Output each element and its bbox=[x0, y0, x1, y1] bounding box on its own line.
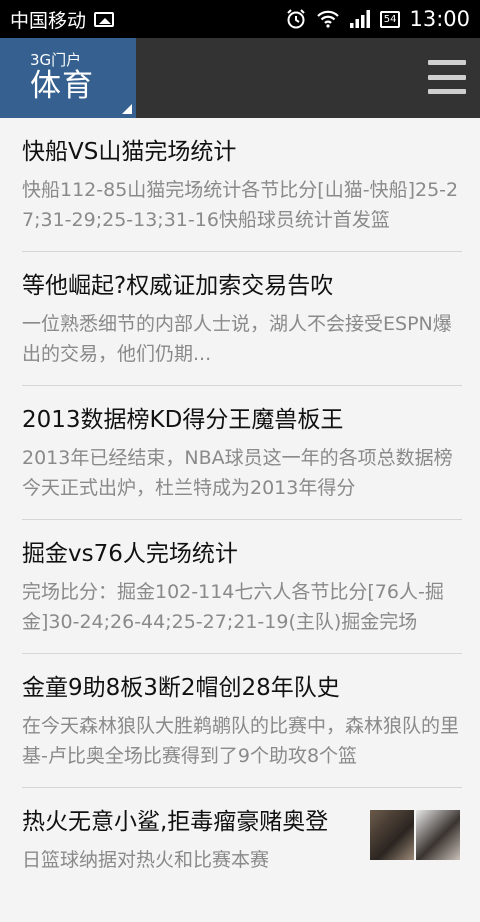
wifi-icon bbox=[316, 10, 339, 28]
news-summary: 一位熟悉细节的内部人士说，湖人不会接受ESPN爆出的交易，他们仍期... bbox=[22, 313, 452, 365]
news-title: 掘金vs76人完场统计 bbox=[22, 541, 238, 567]
status-indicators: 54 13:00 bbox=[285, 7, 470, 31]
news-title: 金童9助8板3断2帽创28年队史 bbox=[22, 675, 340, 701]
news-item[interactable]: 金童9助8板3断2帽创28年队史 在今天森林狼队大胜鹈鹕队的比赛中，森林狼队的里… bbox=[22, 654, 462, 788]
news-item[interactable]: 热火无意小鲨,拒毒瘤豪赌奥登 日篮球纳据对热火和比赛本赛 bbox=[22, 788, 462, 922]
news-title: 2013数据榜KD得分王魔兽板王 bbox=[22, 407, 344, 433]
battery-icon: 54 bbox=[379, 10, 401, 28]
news-item[interactable]: 2013数据榜KD得分王魔兽板王 2013年已经结束，NBA球员这一年的各项总数… bbox=[22, 386, 462, 520]
app-header: 3G门户 体育 bbox=[0, 38, 480, 118]
signal-icon bbox=[349, 10, 370, 28]
alarm-icon bbox=[287, 9, 305, 29]
clock: 13:00 bbox=[409, 7, 470, 31]
carrier-name: 中国移动 bbox=[10, 9, 87, 32]
portal-name: 3G门户 bbox=[30, 51, 82, 69]
news-summary: 快船112-85山猫完场统计各节比分[山猫-快船]25-27;31-29;25-… bbox=[22, 179, 459, 231]
news-list: 快船VS山猫完场统计 快船112-85山猫完场统计各节比分[山猫-快船]25-2… bbox=[0, 118, 480, 922]
news-thumbnail bbox=[370, 810, 460, 860]
news-summary: 在今天森林狼队大胜鹈鹕队的比赛中，森林狼队的里基-卢比奥全场比赛得到了9个助攻8… bbox=[22, 715, 460, 767]
news-summary: 2013年已经结束，NBA球员这一年的各项总数据榜今天正式出炉，杜兰特成为201… bbox=[22, 447, 453, 499]
news-item[interactable]: 掘金vs76人完场统计 完场比分：掘金102-114七六人各节比分[76人-掘金… bbox=[22, 520, 462, 654]
news-title: 等他崛起?权威证加索交易告吹 bbox=[22, 273, 334, 299]
news-title: 热火无意小鲨,拒毒瘤豪赌奥登 bbox=[22, 809, 329, 835]
menu-icon[interactable] bbox=[428, 60, 466, 94]
dropdown-corner-icon bbox=[122, 104, 132, 114]
image-notification-icon bbox=[94, 11, 115, 27]
channel-selector[interactable]: 3G门户 体育 bbox=[0, 38, 136, 118]
news-summary: 完场比分：掘金102-114七六人各节比分[76人-掘金]30-24;26-44… bbox=[22, 581, 444, 633]
news-title: 快船VS山猫完场统计 bbox=[22, 139, 237, 165]
news-item[interactable]: 快船VS山猫完场统计 快船112-85山猫完场统计各节比分[山猫-快船]25-2… bbox=[22, 118, 462, 252]
status-bar: 中国移动 54 13:00 bbox=[0, 0, 480, 38]
channel-name: 体育 bbox=[30, 68, 94, 104]
news-item[interactable]: 等他崛起?权威证加索交易告吹 一位熟悉细节的内部人士说，湖人不会接受ESPN爆出… bbox=[22, 252, 462, 386]
